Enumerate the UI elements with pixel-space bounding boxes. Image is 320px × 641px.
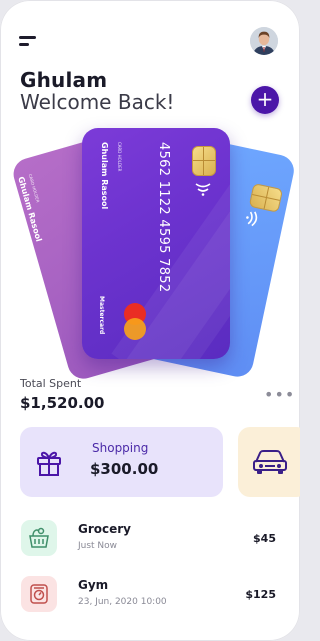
category-card-car[interactable]: [238, 427, 300, 497]
mastercard-logo-icon: [124, 303, 150, 343]
app-screen: Ghulam Welcome Back! + CARD HOLDER Ghula…: [0, 0, 300, 641]
card-chip-icon: [192, 146, 216, 176]
transaction-time: Just Now: [78, 541, 118, 551]
transaction-row-gym[interactable]: Gym 23, Jun, 2020 10:00 $125: [0, 576, 300, 616]
welcome-message: Welcome Back!: [20, 90, 175, 114]
card-holder-name: Ghulam Rasool: [100, 142, 109, 210]
transaction-row-grocery[interactable]: Grocery Just Now $45: [0, 520, 300, 560]
card-main[interactable]: CARD HOLDER Ghulam Rasool 4562 1122 4595…: [82, 128, 230, 359]
card-holder-name: Ghulam Rasool: [16, 175, 44, 243]
total-spent-label: Total Spent: [20, 377, 82, 390]
category-title: Shopping: [92, 441, 149, 455]
hamburger-menu-icon[interactable]: [19, 35, 39, 47]
transaction-time: 23, Jun, 2020 10:00: [78, 597, 167, 607]
total-spent-amount: $1,520.00: [20, 394, 105, 412]
transaction-amount: $45: [253, 532, 276, 545]
grocery-basket-glyph: [29, 527, 49, 548]
more-options-icon[interactable]: •••: [264, 385, 295, 404]
plus-icon: +: [256, 87, 274, 111]
user-avatar-image: [250, 27, 278, 55]
contactless-icon: [195, 183, 211, 196]
user-name: Ghulam: [20, 68, 108, 92]
transaction-amount: $125: [245, 588, 276, 601]
gift-icon: [37, 451, 61, 476]
card-number: 4562 1122 4595 7852: [156, 142, 171, 293]
category-amount: $300.00: [90, 460, 159, 478]
card-brand-name: Mastercard: [98, 296, 105, 335]
card-holder-caption: CARD HOLDER: [117, 142, 122, 172]
card-chip-icon: [248, 183, 284, 213]
avatar[interactable]: [250, 27, 278, 55]
category-card-shopping[interactable]: Shopping $300.00: [20, 427, 223, 497]
grocery-basket-icon: [21, 520, 57, 556]
transaction-name: Grocery: [78, 522, 132, 536]
contactless-icon: [246, 211, 258, 227]
gym-scale-icon: [21, 576, 57, 612]
gym-scale-glyph: [30, 584, 48, 604]
transaction-name: Gym: [78, 578, 109, 592]
car-icon: [253, 450, 287, 474]
add-card-button[interactable]: +: [251, 86, 279, 114]
